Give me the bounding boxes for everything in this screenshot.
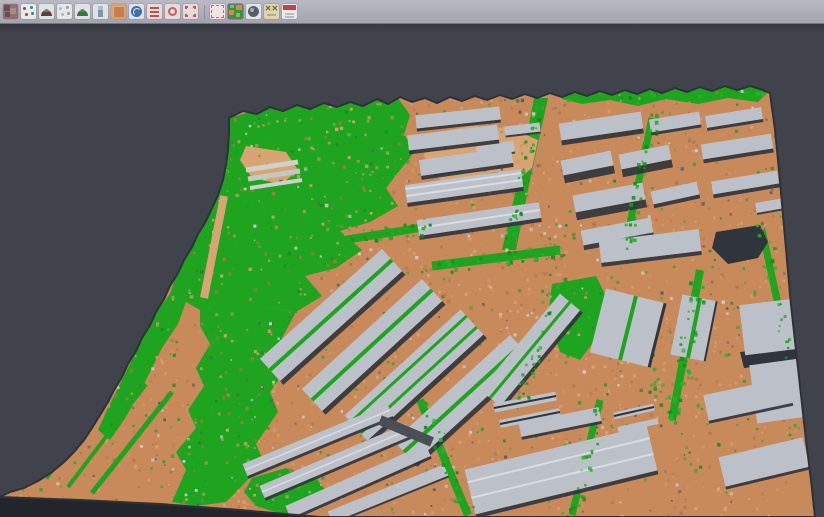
- main-toolbar: ✕✕: [0, 0, 824, 24]
- photo-thumbnail-icon[interactable]: [3, 4, 18, 19]
- dem-brown-icon[interactable]: [39, 4, 54, 19]
- viewport-3d[interactable]: [0, 24, 824, 517]
- rect-select-icon[interactable]: [183, 4, 198, 19]
- align-points-icon[interactable]: [21, 4, 36, 19]
- nav-sphere-icon[interactable]: [246, 4, 261, 19]
- application-window: { "toolbar": { "icons": [ {"name":"photo…: [0, 0, 824, 517]
- orthophoto-icon[interactable]: [111, 4, 126, 19]
- flag-marker-icon[interactable]: [282, 4, 297, 19]
- crop-region-icon[interactable]: [210, 4, 225, 19]
- classified-view-icon[interactable]: [228, 4, 243, 19]
- toolbar-separator: [204, 5, 205, 19]
- globe-icon[interactable]: [129, 4, 144, 19]
- dem-green-icon[interactable]: [75, 4, 90, 19]
- circle-select-icon[interactable]: [165, 4, 180, 19]
- column-view-icon[interactable]: [93, 4, 108, 19]
- terrain-model: [0, 85, 823, 517]
- layers-red-icon[interactable]: [147, 4, 162, 19]
- terrain-scene[interactable]: [0, 24, 824, 517]
- sparse-points-icon[interactable]: [57, 4, 72, 19]
- gcp-table-icon[interactable]: ✕✕: [264, 4, 279, 19]
